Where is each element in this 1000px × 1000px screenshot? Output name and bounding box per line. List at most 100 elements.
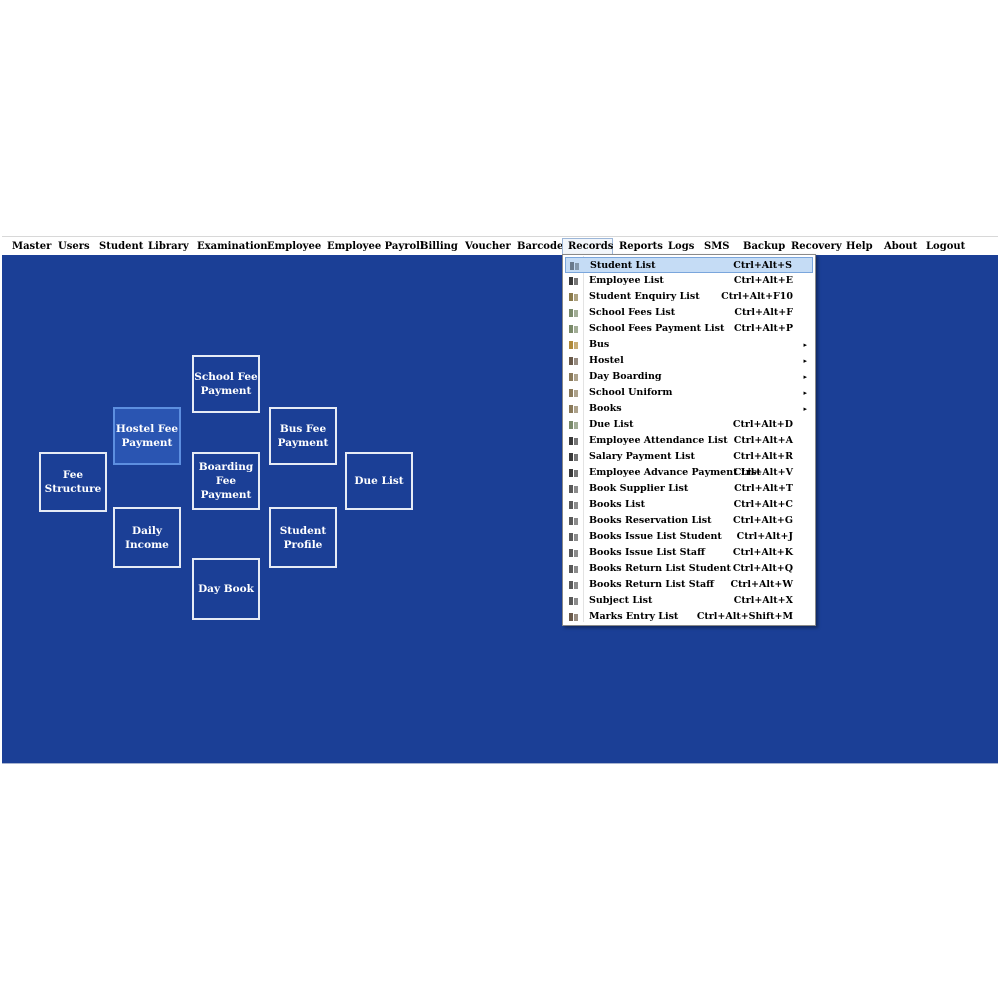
menu-backup[interactable]: Backup (738, 238, 790, 255)
records-menu-item[interactable]: School Fees Payment List Ctrl+Alt+P (565, 321, 813, 337)
employee-icon (568, 468, 579, 478)
tile-hostel-fee-payment[interactable]: Hostel Fee Payment (113, 407, 181, 465)
menu-examination[interactable]: Examination (192, 238, 273, 255)
menu-student[interactable]: Student (94, 238, 148, 255)
records-menu-item-label: School Fees List (589, 307, 676, 318)
records-menu-item[interactable]: Salary Payment List Ctrl+Alt+R (565, 449, 813, 465)
records-menu-item-label: Subject List (589, 595, 653, 606)
menu-logs[interactable]: Logs (663, 238, 699, 255)
records-menu-item-shortcut: Ctrl+Alt+K (732, 547, 793, 558)
records-menu-item-label: Student List (590, 260, 656, 271)
records-menu-item[interactable]: Books Return List Student Ctrl+Alt+Q (565, 561, 813, 577)
bus-icon (568, 340, 579, 350)
records-menu-item-label: Books Return List Student (589, 563, 731, 574)
menu-reports[interactable]: Reports (614, 238, 668, 255)
book-icon (568, 596, 579, 606)
tile-daily-income[interactable]: Daily Income (113, 507, 181, 568)
records-menu-item[interactable]: Hostel ▸ (565, 353, 813, 369)
records-menu-item[interactable]: Student Enquiry List Ctrl+Alt+F10 (565, 289, 813, 305)
book-icon (568, 548, 579, 558)
records-menu-item[interactable]: Books Issue List Student Ctrl+Alt+J (565, 529, 813, 545)
tile-label: School Fee Payment (194, 371, 258, 397)
menubar: Master Users Student Library Examination… (2, 236, 998, 255)
records-menu-item[interactable]: Books List Ctrl+Alt+C (565, 497, 813, 513)
submenu-arrow-icon: ▸ (803, 340, 807, 349)
menu-help[interactable]: Help (841, 238, 878, 255)
records-menu-item-label: Books Issue List Student (589, 531, 722, 542)
records-menu-item[interactable]: Bus ▸ (565, 337, 813, 353)
book-icon (568, 532, 579, 542)
records-menu-item[interactable]: Books Reservation List Ctrl+Alt+G (565, 513, 813, 529)
records-menu-item-shortcut: Ctrl+Alt+Q (732, 563, 793, 574)
records-menu-item[interactable]: Books ▸ (565, 401, 813, 417)
records-menu-item[interactable]: School Uniform ▸ (565, 385, 813, 401)
records-menu-item-label: Employee List (589, 275, 664, 286)
records-menu-item-label: Books List (589, 499, 645, 510)
tile-label: Hostel Fee Payment (115, 423, 179, 449)
book-icon (568, 516, 579, 526)
submenu-arrow-icon: ▸ (803, 388, 807, 397)
tile-day-book[interactable]: Day Book (192, 558, 260, 620)
dashboard-area: School Fee Payment Hostel Fee Payment Bu… (2, 255, 998, 764)
records-menu-item[interactable]: Due List Ctrl+Alt+D (565, 417, 813, 433)
employee-icon (568, 276, 579, 286)
records-menu-item-shortcut: Ctrl+Alt+G (733, 515, 793, 526)
tile-student-profile[interactable]: Student Profile (269, 507, 337, 568)
menu-about[interactable]: About (879, 238, 922, 255)
records-menu-item-label: Books Reservation List (589, 515, 712, 526)
records-menu-item-label: Hostel (589, 355, 624, 366)
menu-recovery[interactable]: Recovery (786, 238, 847, 255)
records-menu-item[interactable]: Day Boarding ▸ (565, 369, 813, 385)
menu-employee[interactable]: Employee (262, 238, 326, 255)
menu-records[interactable]: Records (562, 238, 613, 255)
records-menu-item[interactable]: Employee Attendance List Ctrl+Alt+A (565, 433, 813, 449)
records-menu-item[interactable]: School Fees List Ctrl+Alt+F (565, 305, 813, 321)
records-menu-item-label: Salary Payment List (589, 451, 695, 462)
menu-voucher[interactable]: Voucher (460, 238, 516, 255)
menu-barcode[interactable]: Barcode (512, 238, 568, 255)
records-menu-item[interactable]: Employee List Ctrl+Alt+E (565, 273, 813, 289)
tile-school-fee-payment[interactable]: School Fee Payment (192, 355, 260, 413)
records-menu-item[interactable]: Student List Ctrl+Alt+S (565, 257, 813, 273)
submenu-arrow-icon: ▸ (803, 404, 807, 413)
records-menu-item[interactable]: Books Return List Staff Ctrl+Alt+W (565, 577, 813, 593)
tile-label: Day Book (198, 583, 254, 595)
records-menu-item-shortcut: Ctrl+Alt+F10 (721, 291, 793, 302)
records-menu-item-shortcut: Ctrl+Alt+P (734, 323, 793, 334)
menu-master[interactable]: Master (7, 238, 56, 255)
menu-logout[interactable]: Logout (921, 238, 970, 255)
marks-icon (568, 612, 579, 622)
records-menu-item-label: School Uniform (589, 387, 673, 398)
menu-library[interactable]: Library (143, 238, 194, 255)
records-menu-item-label: Book Supplier List (589, 483, 689, 494)
menu-billing[interactable]: Billing (415, 238, 463, 255)
uniform-icon (568, 388, 579, 398)
tile-fee-structure[interactable]: Fee Structure (39, 452, 107, 512)
records-menu-item-shortcut: Ctrl+Alt+J (736, 531, 793, 542)
fees-icon (568, 308, 579, 318)
records-menu-item-label: Marks Entry List (589, 611, 679, 622)
tile-label: Boarding Fee Payment (198, 461, 254, 501)
records-menu-item-shortcut: Ctrl+Alt+D (732, 419, 793, 430)
records-menu-item-shortcut: Ctrl+Alt+R (733, 451, 793, 462)
records-menu-item[interactable]: Subject List Ctrl+Alt+X (565, 593, 813, 609)
tile-boarding-fee-payment[interactable]: Boarding Fee Payment (192, 452, 260, 510)
book-icon (568, 484, 579, 494)
tile-label: Fee Structure (44, 469, 102, 495)
menu-users[interactable]: Users (53, 238, 95, 255)
records-menu-item-shortcut: Ctrl+Alt+V (733, 467, 793, 478)
employee-icon (568, 436, 579, 446)
records-menu-item[interactable]: Employee Advance Payment List Ctrl+Alt+V (565, 465, 813, 481)
records-menu-item[interactable]: Books Issue List Staff Ctrl+Alt+K (565, 545, 813, 561)
records-menu-item-shortcut: Ctrl+Alt+Shift+M (696, 611, 793, 622)
tile-due-list[interactable]: Due List (345, 452, 413, 510)
records-menu-item[interactable]: Book Supplier List Ctrl+Alt+T (565, 481, 813, 497)
records-dropdown-menu: Student List Ctrl+Alt+S Employee List Ctrl+… (562, 254, 816, 626)
records-menu-item-label: Books (589, 403, 622, 414)
records-menu-item[interactable]: Marks Entry List Ctrl+Alt+Shift+M (565, 609, 813, 625)
menu-employee-payroll[interactable]: Employee Payroll (322, 238, 429, 255)
tile-bus-fee-payment[interactable]: Bus Fee Payment (269, 407, 337, 465)
menu-sms[interactable]: SMS (699, 238, 735, 255)
records-menu-item-shortcut: Ctrl+Alt+E (733, 275, 793, 286)
records-menu-item-label: Student Enquiry List (589, 291, 700, 302)
